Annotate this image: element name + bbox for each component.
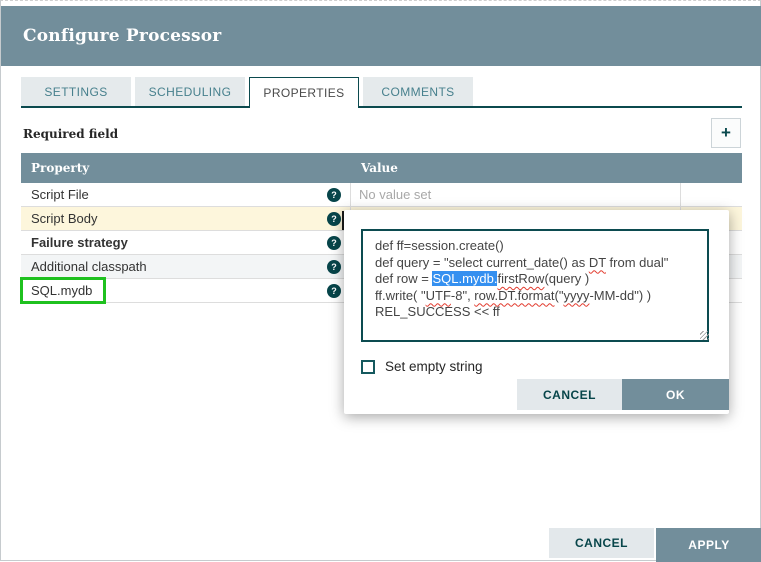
code-text: -8", <box>451 288 474 303</box>
value-editor-textarea[interactable]: def ff=session.create() def query = "sele… <box>361 229 709 342</box>
value-editor-popup: def ff=session.create() def query = "sele… <box>344 210 729 414</box>
code-line: def row = SQL.mydb.firstRow(query ) <box>375 271 695 288</box>
misspelled-text: firstRow <box>497 271 544 286</box>
dialog-apply-button[interactable]: APPLY <box>656 528 761 562</box>
question-mark-icon[interactable]: ? <box>327 188 341 202</box>
code-text: def query = "select current_date() as <box>375 255 589 270</box>
editor-cancel-button[interactable]: CANCEL <box>517 379 622 410</box>
misspelled-text: DT <box>589 255 606 270</box>
property-name-cell: SQL.mydb? <box>21 279 351 302</box>
dialog-cancel-button[interactable]: CANCEL <box>549 528 654 558</box>
tab-properties[interactable]: PROPERTIES <box>249 77 359 108</box>
property-name-cell: Failure strategy? <box>21 231 351 254</box>
tab-comments[interactable]: COMMENTS <box>363 77 473 106</box>
code-line: def query = "select current_date() as DT… <box>375 255 695 272</box>
question-mark-icon[interactable]: ? <box>327 260 341 274</box>
property-name: Failure strategy <box>31 235 327 250</box>
property-name: Script File <box>31 187 327 202</box>
property-name-cell: Script File? <box>21 183 351 206</box>
set-empty-string-checkbox[interactable] <box>361 360 375 374</box>
misspelled-text: row.DT.format <box>474 288 554 303</box>
code-text: from dual" <box>606 255 668 270</box>
row-extra-cell <box>681 183 742 206</box>
editor-ok-button[interactable]: OK <box>622 379 729 410</box>
property-name-cell: Script Body? <box>21 207 351 230</box>
property-value-cell[interactable]: No value set <box>351 183 681 206</box>
code-line: ff.write( "UTF-8", row.DT.format("yyyy-M… <box>375 288 695 305</box>
code-text: -MM-dd") ) <box>589 288 651 303</box>
column-header-value: Value <box>351 161 681 175</box>
add-property-button[interactable]: + <box>711 118 741 148</box>
code-text: def ff=session.create() <box>375 238 504 253</box>
code-text: (query ) <box>544 271 589 286</box>
misspelled-text: yyyy <box>563 288 589 303</box>
tab-bar: SETTINGSSCHEDULINGPROPERTIESCOMMENTS <box>21 77 742 108</box>
required-field-label: Required field <box>23 127 118 141</box>
property-name: SQL.mydb <box>31 283 327 298</box>
question-mark-icon[interactable]: ? <box>327 212 341 226</box>
column-header-property: Property <box>21 161 351 175</box>
question-mark-icon[interactable]: ? <box>327 284 341 298</box>
property-name: Additional classpath <box>31 259 327 274</box>
tab-scheduling[interactable]: SCHEDULING <box>135 77 245 106</box>
code-line: def ff=session.create() <box>375 238 695 255</box>
code-text: def row = <box>375 271 432 286</box>
set-empty-string-label: Set empty string <box>385 359 483 374</box>
misspelled-text: UTF <box>426 288 451 303</box>
dialog-titlebar: Configure Processor <box>1 6 761 66</box>
plus-icon: + <box>721 123 731 143</box>
table-row[interactable]: Script File?No value set <box>21 183 742 207</box>
resize-handle-icon[interactable] <box>700 331 709 340</box>
code-text: ff.write( " <box>375 288 426 303</box>
property-name: Script Body <box>31 211 327 226</box>
table-header: Property Value <box>21 153 742 183</box>
code-text: REL_SUCCESS << ff <box>375 304 500 319</box>
property-name-cell: Additional classpath? <box>21 255 351 278</box>
tab-settings[interactable]: SETTINGS <box>21 77 131 106</box>
selected-text: SQL.mydb. <box>432 271 497 286</box>
dialog-title: Configure Processor <box>23 26 221 46</box>
question-mark-icon[interactable]: ? <box>327 236 341 250</box>
set-empty-string-row: Set empty string <box>361 359 483 374</box>
code-line: REL_SUCCESS << ff <box>375 304 695 321</box>
